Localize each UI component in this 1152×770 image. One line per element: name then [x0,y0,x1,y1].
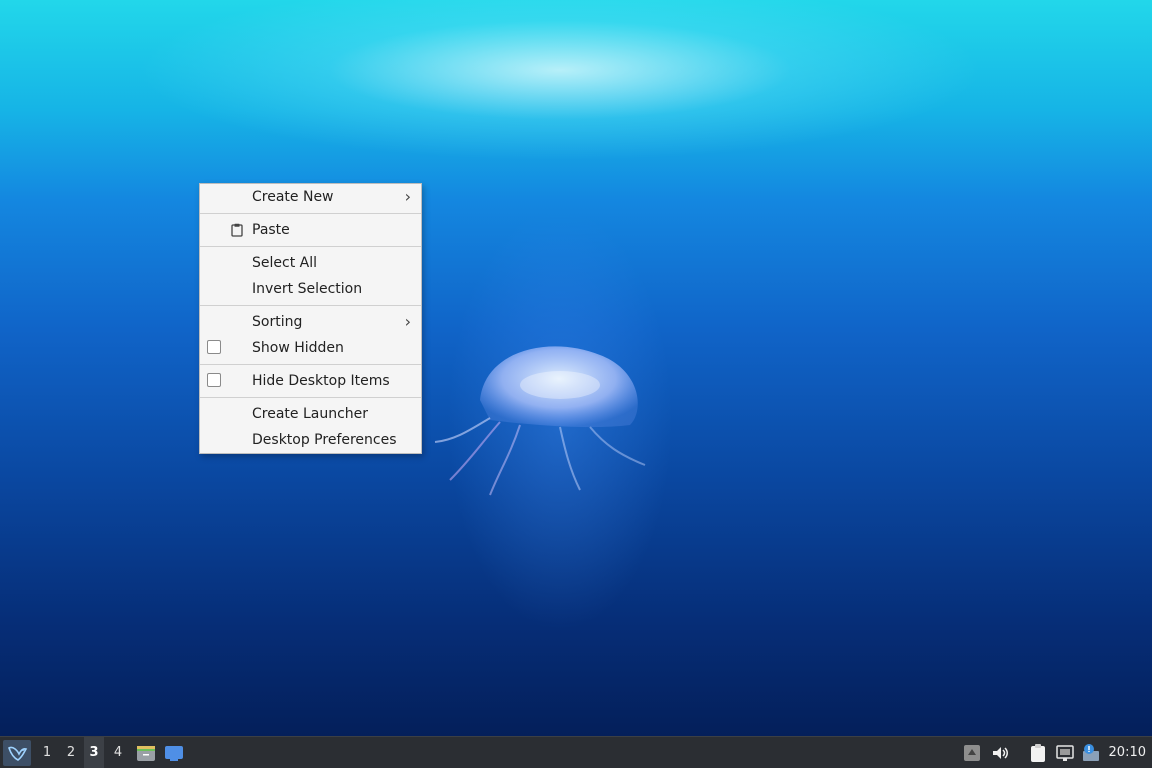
jellyfish-illustration [434,346,646,496]
menu-separator [200,305,421,306]
menu-item-sorting[interactable]: Sorting › [200,309,421,335]
hide-desktop-items-checkbox[interactable] [207,373,221,387]
menu-item-label: Create Launcher [252,406,369,422]
menu-item-paste[interactable]: Paste [200,217,421,243]
menu-item-label: Invert Selection [252,281,363,297]
menu-separator [200,397,421,398]
workspace-2-button[interactable]: 2 [61,737,81,768]
show-desktop-icon[interactable] [164,743,184,763]
menu-separator [200,246,421,247]
menu-item-create-new[interactable]: Create New › [200,184,421,210]
chevron-right-icon: › [404,187,411,206]
menu-item-select-all[interactable]: Select All [200,250,421,276]
menu-item-label: Create New [252,189,334,205]
workspace-3-button[interactable]: 3 [84,737,104,768]
workspace-1-button[interactable]: 1 [37,737,57,768]
volume-icon[interactable] [990,743,1010,763]
chevron-right-icon: › [404,312,411,331]
network-icon[interactable] [1055,743,1075,763]
clipboard-manager-icon[interactable] [1028,743,1048,763]
menu-item-label: Hide Desktop Items [252,373,390,389]
workspace-4-button[interactable]: 4 [108,737,128,768]
show-hidden-checkbox[interactable] [207,340,221,354]
menu-item-label: Paste [252,222,290,238]
menu-item-invert-selection[interactable]: Invert Selection [200,276,421,302]
tray-expand-icon[interactable] [962,743,982,763]
desktop-context-menu: Create New › Paste Select All Invert Sel… [199,183,422,454]
file-manager-icon[interactable] [136,743,156,763]
desktop-wallpaper[interactable] [0,0,1152,736]
menu-item-desktop-preferences[interactable]: Desktop Preferences [200,427,421,453]
menu-item-label: Select All [252,255,317,271]
menu-item-show-hidden[interactable]: Show Hidden [200,335,421,361]
menu-item-label: Show Hidden [252,340,344,356]
start-menu-button[interactable] [3,740,31,766]
menu-item-label: Sorting [252,314,303,330]
menu-separator [200,364,421,365]
menu-separator [200,213,421,214]
menu-item-create-launcher[interactable]: Create Launcher [200,401,421,427]
update-notification-icon[interactable] [1081,743,1101,763]
menu-item-label: Desktop Preferences [252,432,397,448]
clipboard-icon [231,223,243,237]
bird-logo-icon [8,746,28,761]
taskbar: 1 2 3 4 20:10 [0,736,1152,768]
taskbar-clock[interactable]: 20:10 [1109,737,1146,768]
menu-item-hide-desktop-items[interactable]: Hide Desktop Items [200,368,421,394]
